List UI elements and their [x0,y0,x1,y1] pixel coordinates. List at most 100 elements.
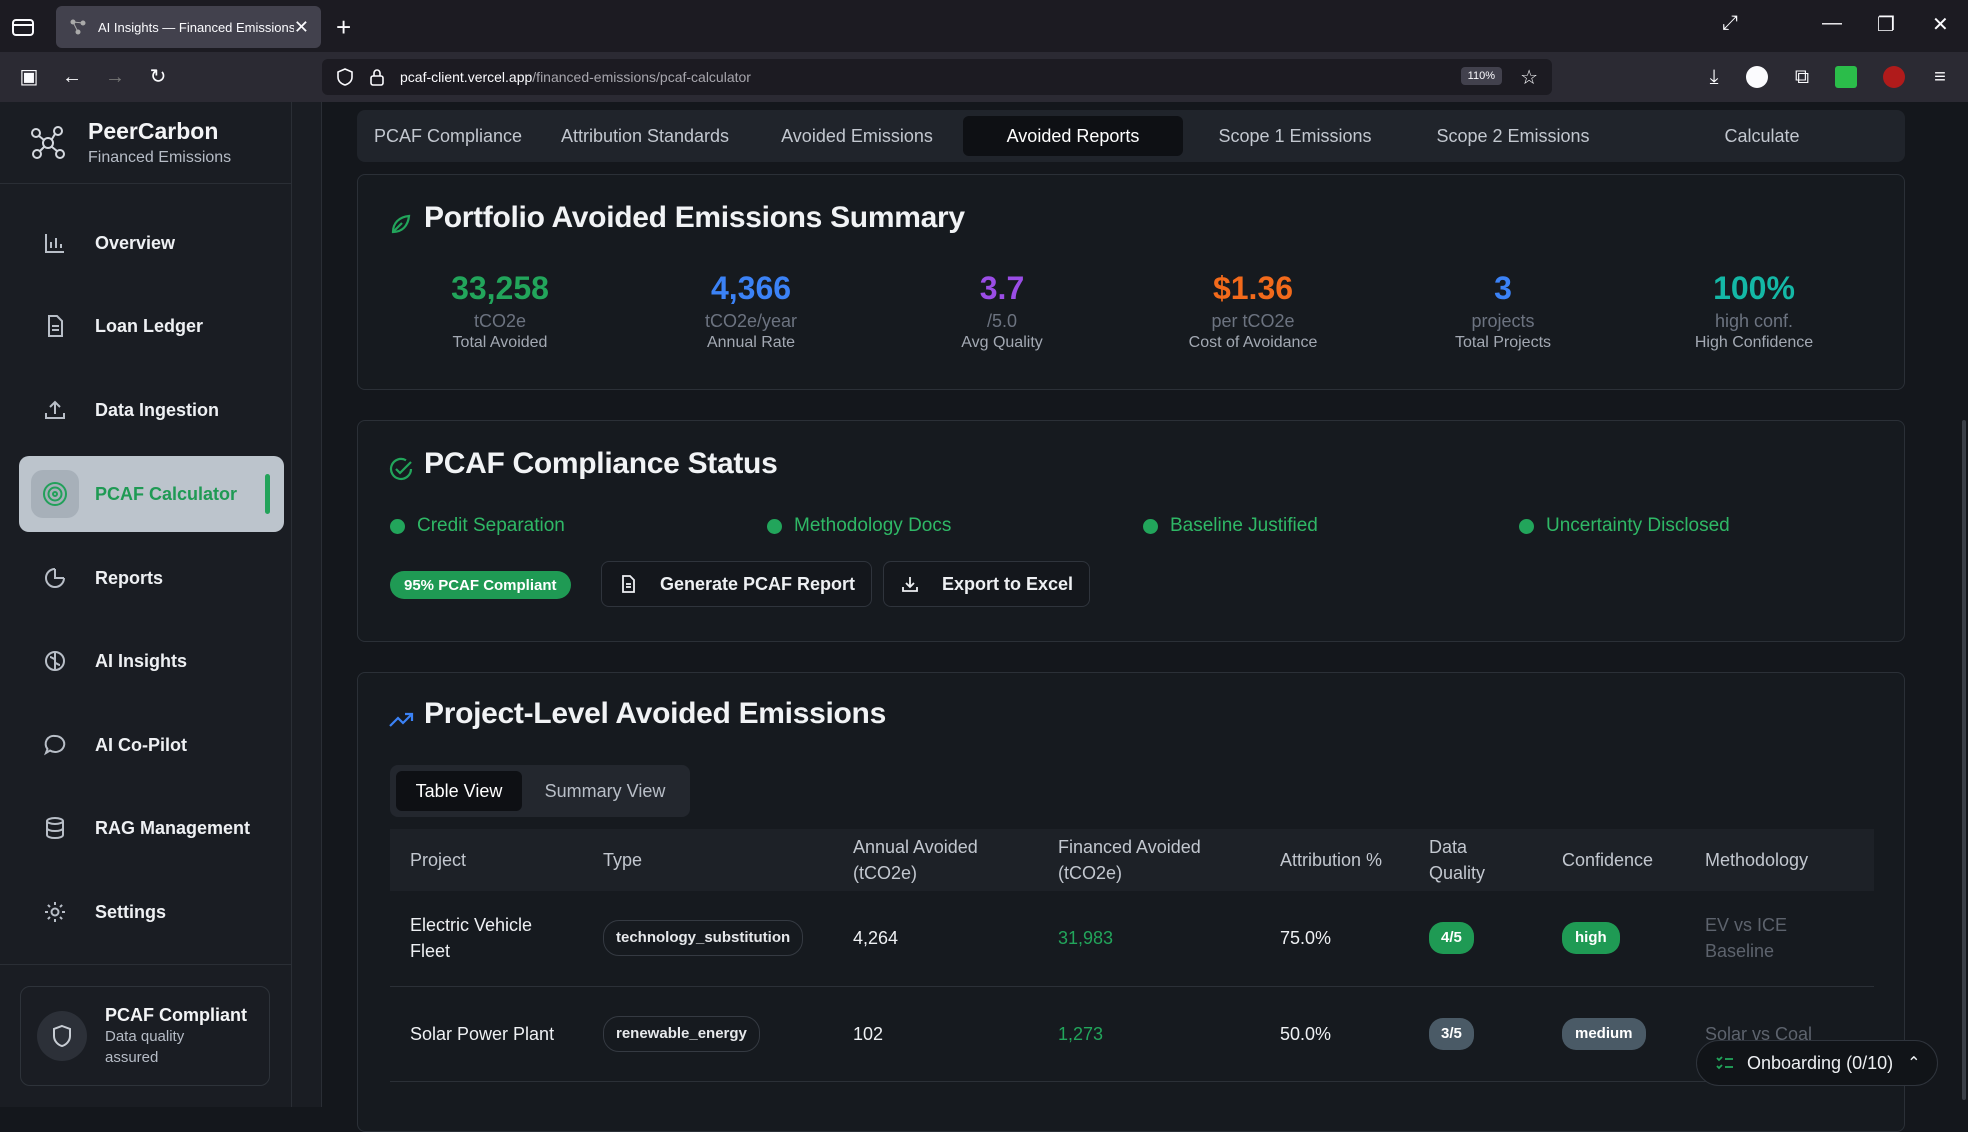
brain-icon [37,643,73,679]
sidebar-item-reports[interactable]: Reports [19,540,284,616]
browser-navbar: ▣ ← → ↻ pcaf-client.vercel.app/financed-… [0,52,1968,102]
projects-card: Project-Level Avoided Emissions Table Vi… [357,672,1905,1132]
document-icon [37,308,73,344]
browser-tab-active[interactable]: AI Insights — Financed Emissions ✕ [56,6,321,48]
tab-scope-2-emissions[interactable]: Scope 2 Emissions [1407,116,1619,156]
sidebar-item-data-ingestion[interactable]: Data Ingestion [19,372,284,448]
summary-view-button[interactable]: Summary View [526,771,684,811]
extension-green-icon[interactable] [1835,66,1857,88]
tab-calculate[interactable]: Calculate [1625,116,1899,156]
confidence-badge: high [1562,922,1620,955]
stat-value: 100% [1713,270,1795,306]
tab-pcaf-compliance[interactable]: PCAF Compliance [363,116,533,156]
table-view-button[interactable]: Table View [396,771,522,811]
compliance-card-line2: assured [105,1048,159,1066]
type-badge: renewable_energy [603,1015,760,1052]
browser-tabbar: AI Insights — Financed Emissions ✕ + ⤢ —… [0,0,1968,52]
stat-annual-rate: 4,366 tCO2e/year Annual Rate [626,270,876,352]
sidebar-item-label: PCAF Calculator [95,483,238,504]
sidebar-item-rag-management[interactable]: RAG Management [19,790,284,866]
cell-methodology: EV vs ICE Baseline [1685,891,1874,987]
header-data-quality: Data Quality [1429,837,1486,883]
file-icon [622,575,635,593]
gear-icon [37,894,73,930]
ublock-icon[interactable] [1883,66,1905,88]
download-icon[interactable]: ⤓ [1702,65,1726,89]
sidebar-item-ai-co-pilot[interactable]: AI Co-Pilot [19,707,284,783]
stat-unit: tCO2e [473,311,527,331]
generate-pcaf-report-button[interactable]: Generate PCAF Report [601,561,873,607]
sidebar-item-label: RAG Management [95,817,251,838]
stat-unit: /5.0 [986,311,1018,331]
page-scrollbar[interactable] [1962,420,1966,1100]
sidebar-item-label: Settings [95,901,167,922]
stat-label: Total Projects [1454,334,1552,351]
table-row[interactable]: Electric Vehicle Fleet technology_substi… [390,891,1874,987]
tab-scope-1-emissions[interactable]: Scope 1 Emissions [1189,116,1401,156]
stat-cost-of-avoidance: $1.36 per tCO2e Cost of Avoidance [1128,270,1378,352]
minimize-icon[interactable]: — [1822,12,1842,35]
cell-attribution: 50.0% [1260,986,1409,1082]
compliance-title: PCAF Compliance Status [424,447,778,480]
check-baseline-justified: Baseline Justified [1143,515,1318,537]
view-toggle: Table View Summary View [390,765,690,817]
new-tab-icon[interactable]: + [336,12,351,43]
restore-icon[interactable]: ❐ [1877,12,1895,37]
forward-icon[interactable]: → [103,65,127,89]
stat-value: $1.36 [1212,270,1294,306]
tab-list-icon[interactable] [10,14,36,40]
target-icon [31,470,79,518]
status-dot [767,518,782,534]
summary-title: Portfolio Avoided Emissions Summary [424,201,965,234]
bookmark-star-icon[interactable]: ☆ [1520,65,1538,90]
reload-icon[interactable]: ↻ [146,65,170,89]
header-project: Project [410,850,467,870]
cell-financed: 1,273 [1038,986,1260,1082]
stat-high-confidence: 100% high conf. High Confidence [1629,270,1879,352]
tab-avoided-emissions[interactable]: Avoided Emissions [757,116,957,156]
header-annual-avoided: Annual Avoided (tCO2e) [853,837,978,883]
cell-financed: 31,983 [1038,891,1260,987]
stat-avg-quality: 3.7 /5.0 Avg Quality [877,270,1127,352]
tab-avoided-reports[interactable]: Avoided Reports [963,116,1183,156]
bar-chart-icon [37,225,73,261]
sidebar-item-ai-insights[interactable]: AI Insights [19,623,284,699]
compliance-card-title: PCAF Compliant [105,1004,247,1025]
close-tab-icon[interactable]: ✕ [294,17,309,38]
tab-title: AI Insights — Financed Emissions [98,19,294,35]
check-uncertainty-disclosed: Uncertainty Disclosed [1519,515,1730,537]
sidebar-item-overview[interactable]: Overview [19,205,284,281]
stat-total-avoided: 33,258 tCO2e Total Avoided [375,270,625,352]
active-indicator [265,474,270,514]
trending-up-icon [389,712,414,727]
cell-annual: 102 [833,986,1038,1082]
cell-project: Solar Power Plant [390,986,583,1082]
export-to-excel-button[interactable]: Export to Excel [883,561,1091,607]
url-bar[interactable]: pcaf-client.vercel.app/financed-emission… [322,59,1552,95]
back-icon[interactable]: ← [60,65,84,89]
sidebar-item-pcaf-calculator[interactable]: PCAF Calculator [19,456,284,532]
extensions-puzzle-icon[interactable]: ⧉ [1790,65,1814,89]
sidebar-toggle-icon[interactable]: ▣ [17,65,41,89]
brand-subtitle: Financed Emissions [88,149,232,166]
close-window-icon[interactable]: ✕ [1932,12,1949,37]
tab-attribution-standards[interactable]: Attribution Standards [539,116,751,156]
chevron-up-icon: ⌃ [1907,1055,1921,1072]
table-row[interactable]: Solar Power Plant renewable_energy 102 1… [390,986,1874,1082]
zoom-level[interactable]: 110% [1460,67,1502,85]
stat-unit: per tCO2e [1211,311,1295,331]
sidebar-item-settings[interactable]: Settings [19,874,284,950]
menu-icon[interactable]: ≡ [1928,65,1952,89]
header-type: Type [603,850,643,870]
stat-value: 3 [1494,270,1512,306]
sidebar-item-loan-ledger[interactable]: Loan Ledger [19,288,284,364]
fullscreen-icon[interactable]: ⤢ [1722,12,1738,35]
header-attribution: Attribution % [1280,850,1383,870]
extension-dollar-icon[interactable] [1746,66,1768,88]
header-confidence: Confidence [1562,850,1654,870]
stat-value: 3.7 [979,270,1025,306]
cell-project: Electric Vehicle Fleet [390,891,583,987]
onboarding-button[interactable]: Onboarding (0/10) ⌃ [1696,1040,1938,1086]
checklist-icon [1716,1056,1733,1070]
stat-label: Total Avoided [452,334,548,351]
